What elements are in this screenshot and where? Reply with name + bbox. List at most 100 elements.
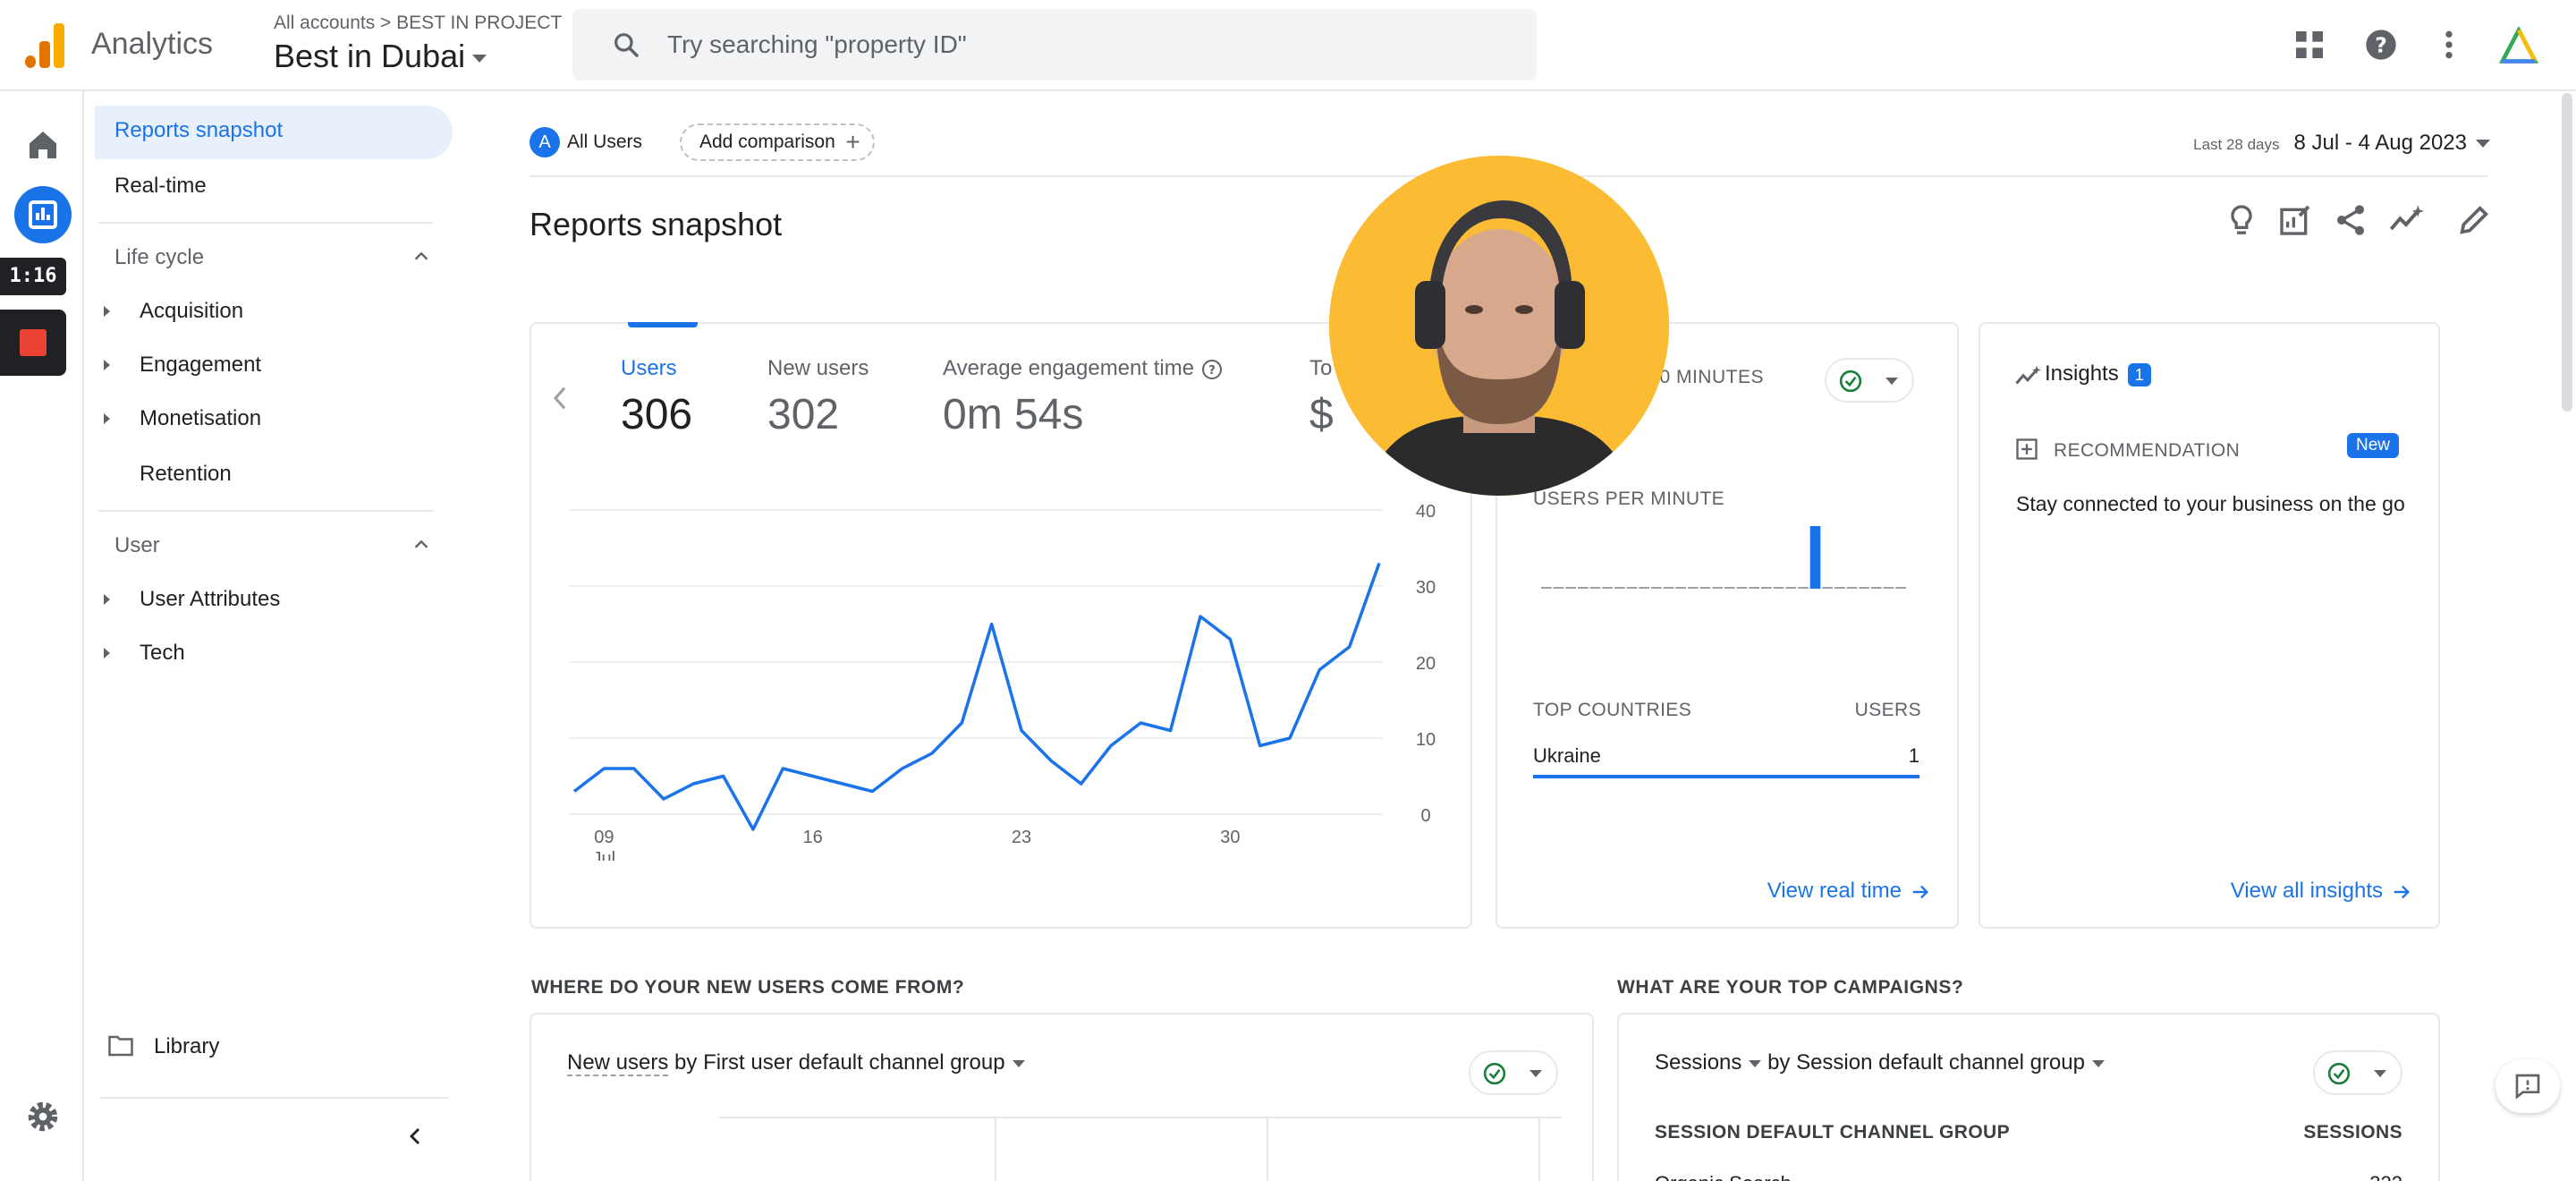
reports-icon[interactable]: [14, 186, 72, 243]
metric-label: Users: [621, 356, 677, 380]
dimension-name: by Session default channel group: [1767, 1050, 2085, 1075]
nav-item-retention[interactable]: Retention: [140, 462, 232, 487]
minute-bar: [1736, 587, 1748, 589]
nav-section-user[interactable]: User: [114, 533, 160, 558]
feedback-icon: [2515, 1074, 2540, 1100]
home-icon[interactable]: [25, 127, 61, 163]
help-icon[interactable]: ?: [2363, 27, 2399, 63]
nav-item-engagement[interactable]: Engagement: [140, 353, 261, 378]
property-selector[interactable]: Best in Dubai: [274, 38, 487, 75]
caret-down-icon: [472, 54, 487, 63]
new-users-dimension-dropdown[interactable]: New users by First user default channel …: [567, 1050, 1025, 1076]
app-name: Analytics: [91, 27, 214, 61]
link-label: View real time: [1767, 879, 1902, 903]
chart-gridline: [1267, 1117, 1268, 1181]
view-all-insights-link[interactable]: View all insights: [2231, 879, 2411, 904]
insights-card: Insights 1 RECOMMENDATION New Stay connec…: [1979, 322, 2440, 929]
nav-item-tech[interactable]: Tech: [140, 641, 185, 666]
edit-pencil-icon[interactable]: [2456, 202, 2492, 238]
expand-triangle-icon[interactable]: [104, 360, 110, 370]
caret-down-icon: [1530, 1070, 1542, 1077]
minute-bar: [1614, 587, 1625, 589]
minute-bar: [1871, 587, 1882, 589]
nav-item-reports-snapshot[interactable]: Reports snapshot: [114, 118, 283, 143]
stop-recording-button[interactable]: [0, 310, 66, 376]
analytics-logo[interactable]: [25, 23, 64, 68]
minute-bar: [1578, 587, 1589, 589]
status-dropdown[interactable]: [1469, 1050, 1558, 1095]
minute-bar: [1859, 587, 1869, 589]
caret-down-icon: [1885, 378, 1898, 385]
svg-text:?: ?: [2375, 32, 2387, 57]
insight-text[interactable]: Stay connected to your business on the g…: [2016, 490, 2428, 518]
minute-bar: [1651, 587, 1662, 589]
metric-tab-avg-engagement[interactable]: Average engagement time? 0m 54s: [943, 356, 1223, 439]
segment-avatar: A: [530, 127, 560, 157]
chevron-left-icon[interactable]: [549, 385, 571, 412]
table-col-channel: SESSION DEFAULT CHANNEL GROUP: [1655, 1122, 2011, 1143]
chevron-up-icon[interactable]: [411, 247, 431, 267]
minute-bar: [1822, 587, 1833, 589]
metric-tab-users[interactable]: Users 306: [621, 356, 692, 439]
nav-item-library[interactable]: Library: [154, 1034, 219, 1059]
settings-gear-icon[interactable]: [25, 1099, 61, 1134]
y-tick-label: 20: [1416, 654, 1436, 674]
page-scrollbar[interactable]: [2562, 93, 2572, 412]
segment-chip-all-users[interactable]: A All Users: [530, 127, 642, 163]
minute-bar: [1626, 587, 1638, 589]
add-comparison-button[interactable]: Add comparison +: [680, 123, 875, 161]
chevron-up-icon[interactable]: [411, 535, 431, 555]
new-users-channel-card: New users by First user default channel …: [530, 1013, 1594, 1181]
expand-triangle-icon[interactable]: [104, 306, 110, 317]
more-vert-icon[interactable]: [2431, 27, 2467, 63]
date-range-picker[interactable]: Last 28 days 8 Jul - 4 Aug 2023: [2193, 131, 2490, 156]
realtime-status-dropdown[interactable]: [1825, 358, 1914, 403]
account-avatar-icon[interactable]: [2499, 27, 2538, 66]
active-tab-indicator: [628, 322, 698, 327]
left-rail: [0, 91, 84, 1181]
nav-item-acquisition[interactable]: Acquisition: [140, 299, 243, 324]
status-dropdown[interactable]: [2313, 1050, 2402, 1095]
metric-label: To: [1309, 356, 1333, 380]
breadcrumb[interactable]: All accounts > BEST IN PROJECT: [274, 13, 562, 34]
nav-item-user-attributes[interactable]: User Attributes: [140, 587, 280, 612]
lightbulb-icon[interactable]: [2224, 202, 2259, 238]
apps-grid-icon[interactable]: [2292, 27, 2327, 63]
expand-triangle-icon[interactable]: [104, 594, 110, 605]
table-cell-channel[interactable]: Organic Search: [1655, 1172, 1792, 1181]
expand-triangle-icon[interactable]: [104, 648, 110, 658]
feedback-button[interactable]: [2496, 1059, 2560, 1113]
minute-bar: [1883, 587, 1894, 589]
help-outline-icon[interactable]: ?: [1201, 359, 1223, 380]
x-tick-sublabel: Jul: [593, 849, 616, 861]
insights-trend-icon[interactable]: [2388, 202, 2424, 238]
section-title-campaigns: WHAT ARE YOUR TOP CAMPAIGNS?: [1617, 977, 1964, 998]
view-real-time-link[interactable]: View real time: [1767, 879, 1930, 904]
minute-bar: [1761, 587, 1772, 589]
metric-label: Average engagement time: [943, 356, 1195, 380]
expand-triangle-icon[interactable]: [104, 413, 110, 424]
nav-item-real-time[interactable]: Real-time: [114, 174, 207, 199]
nav-item-monetisation[interactable]: Monetisation: [140, 406, 261, 431]
share-icon[interactable]: [2333, 202, 2368, 238]
top-bar: Analytics All accounts > BEST IN PROJECT…: [0, 0, 2576, 91]
campaigns-dimension-dropdown[interactable]: Sessions by Session default channel grou…: [1655, 1050, 2105, 1075]
metric-tab-new-users[interactable]: New users 302: [767, 356, 869, 439]
minute-bar: [1663, 587, 1674, 589]
date-range-value: 8 Jul - 4 Aug 2023: [2293, 131, 2467, 155]
nav-section-life-cycle[interactable]: Life cycle: [114, 245, 204, 270]
search-bar[interactable]: Try searching "property ID": [572, 9, 1537, 81]
country-bar: [1533, 775, 1919, 778]
collapse-nav-icon[interactable]: [404, 1124, 426, 1149]
check-circle-icon: [1483, 1062, 1506, 1085]
metric-label: New users: [767, 356, 869, 380]
minute-bar: [1565, 587, 1576, 589]
customize-report-icon[interactable]: [2277, 202, 2313, 238]
metric-tab-total[interactable]: To $: [1309, 356, 1334, 439]
recording-timer: 1:16: [0, 258, 66, 295]
nav-divider: [98, 222, 433, 224]
search-placeholder: Try searching "property ID": [667, 30, 967, 58]
section-title-new-users: WHERE DO YOUR NEW USERS COME FROM?: [531, 977, 965, 998]
y-tick-label: 30: [1416, 578, 1436, 598]
date-range-label: Last 28 days: [2193, 136, 2280, 153]
